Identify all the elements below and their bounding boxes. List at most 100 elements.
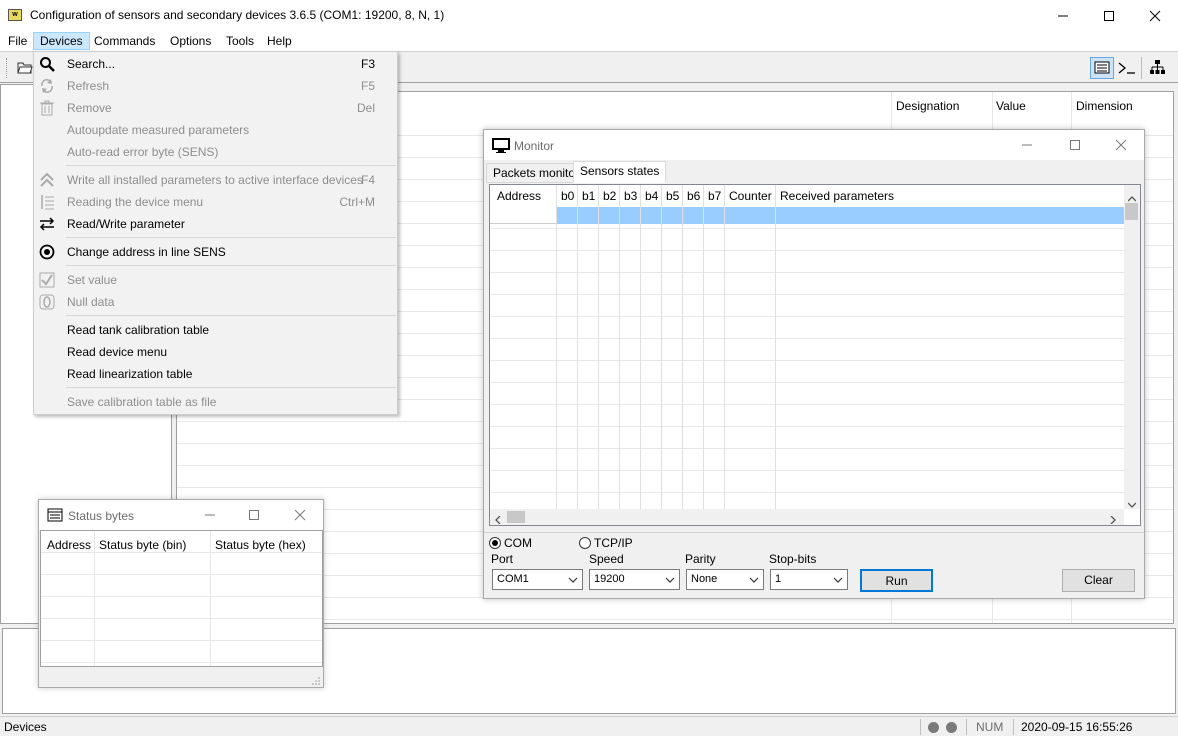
maximize-icon[interactable] (1086, 0, 1132, 31)
menu-item-read-write-parameter[interactable]: Read/Write parameter (34, 213, 397, 235)
maximize-icon[interactable] (1069, 139, 1081, 154)
menu-item-label: Read tank calibration table (67, 323, 210, 337)
radio-com[interactable] (489, 537, 501, 549)
status-datetime: 2020-09-15 16:55:26 (1021, 720, 1133, 734)
menu-item-set-value[interactable]: Set value (34, 269, 397, 291)
menu-item-shortcut: F5 (360, 79, 375, 93)
num-lock-indicator: NUM (976, 720, 1004, 734)
network-tree-icon[interactable] (1149, 59, 1167, 78)
menu-item-read-device-menu[interactable]: Read device menu (34, 341, 397, 363)
scroll-down-icon[interactable] (1127, 497, 1137, 511)
column-header-b7[interactable]: b7 (708, 185, 721, 207)
stopbits-select[interactable]: 1 (770, 569, 848, 590)
column-header-b2[interactable]: b2 (603, 185, 616, 207)
chevron-down-icon (833, 574, 843, 588)
menu-item-null-data[interactable]: Null data (34, 291, 397, 313)
column-header-b1[interactable]: b1 (582, 185, 595, 207)
menu-item-label: Change address in line SENS (67, 245, 226, 259)
column-header-value[interactable]: Value (996, 99, 1026, 113)
table-row-address[interactable] (490, 207, 556, 224)
column-header-b6[interactable]: b6 (687, 185, 700, 207)
folder-open-icon[interactable] (17, 60, 33, 77)
column-header-counter[interactable]: Counter (729, 185, 772, 207)
menu-item-change-address[interactable]: Change address in line SENS (34, 241, 397, 263)
menu-item-label: Set value (67, 273, 118, 287)
window-title: Configuration of sensors and secondary d… (30, 8, 445, 22)
zero-icon (39, 294, 55, 310)
radio-com-label[interactable]: COM (504, 536, 532, 550)
menu-separator (66, 315, 396, 316)
menu-item-save-calibration[interactable]: Save calibration table as file (34, 391, 397, 413)
terminal-icon[interactable] (1117, 60, 1137, 79)
menu-item-remove[interactable]: Remove Del (34, 97, 397, 119)
menu-help[interactable]: Help (261, 32, 298, 50)
column-header-designation[interactable]: Designation (896, 99, 959, 113)
menu-separator (66, 237, 396, 238)
menu-item-read-tank-calibration[interactable]: Read tank calibration table (34, 319, 397, 341)
menu-tools[interactable]: Tools (220, 32, 260, 50)
port-select[interactable]: COM1 (492, 569, 583, 590)
parity-select[interactable]: None (686, 569, 764, 590)
menu-item-reading-device-menu[interactable]: Reading the device menu Ctrl+M (34, 191, 397, 213)
minimize-icon[interactable] (1021, 139, 1033, 154)
resize-grip-icon[interactable] (311, 675, 321, 689)
refresh-icon (39, 78, 55, 94)
close-icon[interactable] (1115, 139, 1127, 154)
column-header-b3[interactable]: b3 (624, 185, 637, 207)
menu-commands[interactable]: Commands (88, 32, 161, 50)
checkmark-box-icon (39, 272, 55, 288)
toolbar-separator (1141, 57, 1142, 79)
scroll-left-icon[interactable] (495, 513, 501, 527)
status-bytes-title-bar: Status bytes (39, 500, 323, 530)
column-header-status-bin[interactable]: Status byte (bin) (99, 538, 186, 552)
column-header-b5[interactable]: b5 (666, 185, 679, 207)
column-header-address[interactable]: Address (497, 185, 541, 207)
maximize-icon[interactable] (248, 509, 260, 524)
sensors-states-table[interactable]: Address b0 b1 b2 b3 b4 b5 b6 b7 Counter … (489, 184, 1141, 526)
column-divider (724, 185, 725, 509)
column-header-b0[interactable]: b0 (561, 185, 574, 207)
vertical-scrollbar[interactable] (1124, 185, 1140, 509)
column-header-b4[interactable]: b4 (645, 185, 658, 207)
app-icon[interactable]: w (8, 9, 22, 21)
monitor-panel-icon[interactable] (1090, 57, 1114, 79)
run-button[interactable]: Run (860, 569, 933, 592)
column-header-dimension[interactable]: Dimension (1076, 99, 1133, 113)
speed-select[interactable]: 19200 (589, 569, 680, 590)
menu-item-write-all[interactable]: Write all installed parameters to active… (34, 169, 397, 191)
column-header-received-parameters[interactable]: Received parameters (780, 185, 894, 207)
status-bytes-table[interactable]: Address Status byte (bin) Status byte (h… (40, 530, 323, 667)
monitor-title: Monitor (514, 139, 555, 153)
menu-item-read-linearization[interactable]: Read linearization table (34, 363, 397, 385)
radio-tcpip-label[interactable]: TCP/IP (594, 536, 633, 550)
menu-item-auto-read-error[interactable]: Auto-read error byte (SENS) (34, 141, 397, 163)
menu-item-label: Write all installed parameters to active… (67, 173, 363, 187)
menu-item-label: Read/Write parameter (67, 217, 185, 231)
column-header-address[interactable]: Address (47, 538, 91, 552)
scroll-thumb[interactable] (507, 511, 525, 523)
clear-button[interactable]: Clear (1062, 569, 1135, 592)
minimize-icon[interactable] (1040, 0, 1086, 31)
menu-devices[interactable]: Devices (33, 32, 90, 50)
scroll-right-icon[interactable] (1110, 513, 1116, 527)
tab-sensors-states[interactable]: Sensors states (573, 161, 667, 183)
close-icon[interactable] (294, 509, 306, 524)
minimize-icon[interactable] (204, 509, 216, 524)
scroll-thumb[interactable] (1125, 203, 1138, 220)
menu-item-search[interactable]: Search... F3 (34, 53, 397, 75)
menu-item-autoupdate[interactable]: Autoupdate measured parameters (34, 119, 397, 141)
table-row-selected[interactable] (556, 207, 1124, 224)
menu-file[interactable]: File (2, 32, 33, 50)
radio-tcpip[interactable] (579, 537, 591, 549)
tab-packets-monitor[interactable]: Packets monitor (486, 163, 587, 183)
close-icon[interactable] (1132, 0, 1178, 31)
toolbar-grip (6, 58, 8, 78)
column-divider (682, 185, 683, 509)
status-divider (920, 719, 921, 735)
menu-item-refresh[interactable]: Refresh F5 (34, 75, 397, 97)
menu-options[interactable]: Options (164, 32, 217, 50)
led-indicator-icon (928, 722, 939, 733)
horizontal-scrollbar[interactable] (490, 509, 1124, 525)
menu-item-label: Autoupdate measured parameters (67, 123, 250, 137)
column-header-status-hex[interactable]: Status byte (hex) (215, 538, 306, 552)
